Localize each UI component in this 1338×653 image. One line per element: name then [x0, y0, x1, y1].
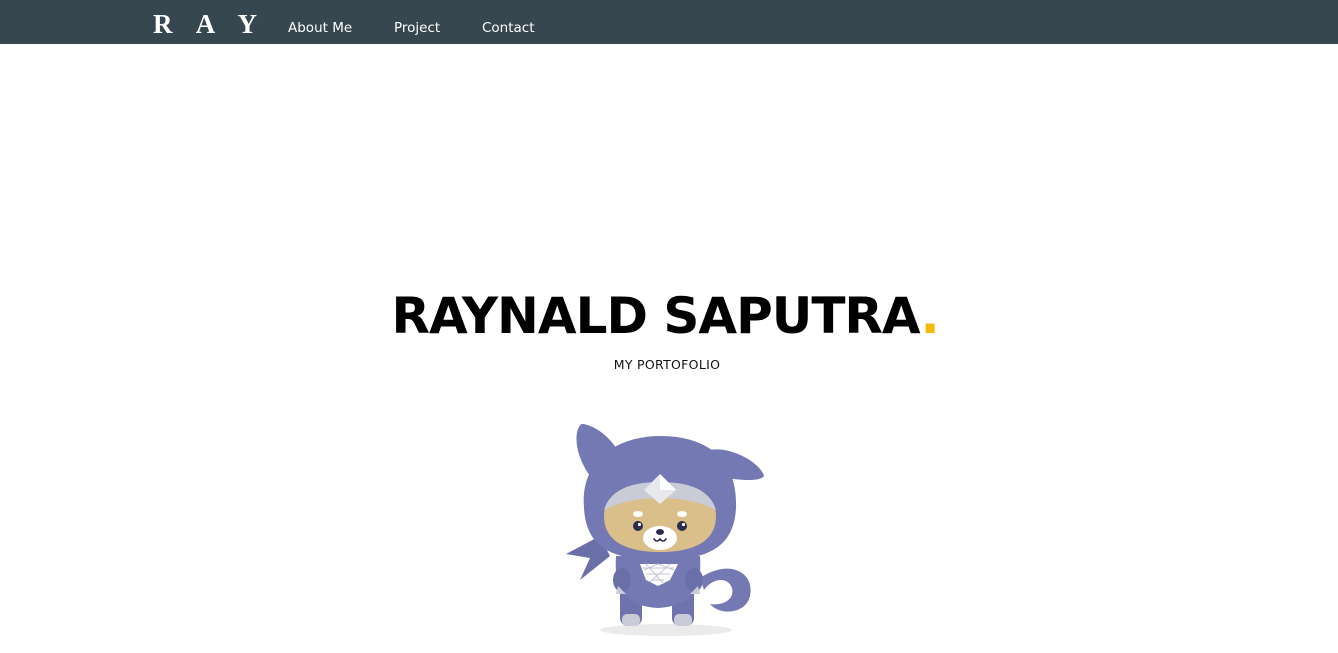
hero-title: RAYNALD SAPUTRA.	[0, 284, 1334, 348]
navbar: R A Y About Me Project Contact	[0, 0, 1338, 44]
nav-link-contact[interactable]: Contact	[482, 19, 535, 37]
hero-subtitle: MY PORTOFOLIO	[613, 357, 721, 372]
brand-logo[interactable]: R A Y	[153, 7, 266, 41]
ninja-dog-mascot-icon	[566, 423, 764, 636]
hero-accent-dot: .	[920, 286, 940, 345]
nav-link-project[interactable]: Project	[394, 19, 440, 37]
hero-name: RAYNALD SAPUTRA	[391, 286, 921, 345]
nav-link-about-me[interactable]: About Me	[288, 19, 352, 37]
